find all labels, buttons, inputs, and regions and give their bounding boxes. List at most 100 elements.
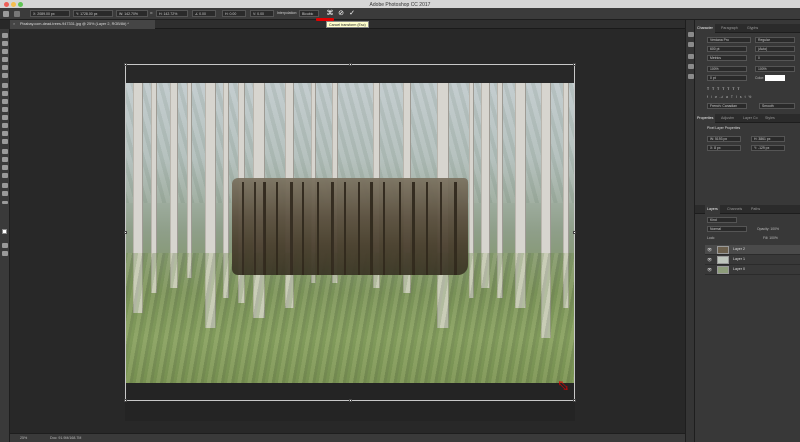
clone-source-icon[interactable] bbox=[688, 74, 694, 79]
reference-point-icon[interactable] bbox=[14, 11, 20, 17]
tab-adjustments[interactable]: Adjustm bbox=[719, 114, 736, 123]
transform-handle-bottom[interactable] bbox=[349, 399, 352, 402]
link-icon[interactable]: ∞ bbox=[150, 11, 153, 15]
tab-styles[interactable]: Styles bbox=[763, 114, 777, 123]
history-brush-icon[interactable] bbox=[2, 107, 8, 112]
antialias-select[interactable]: Smooth bbox=[759, 103, 795, 109]
swatches-panel-icon[interactable] bbox=[688, 54, 694, 59]
font-size-field[interactable]: 600 pt bbox=[707, 46, 747, 52]
healing-icon[interactable] bbox=[2, 83, 8, 88]
opentype-buttons[interactable]: fiσ𝒜aTIst½ bbox=[707, 95, 754, 99]
vertical-scale-field[interactable]: 100% bbox=[707, 66, 747, 72]
warp-mode-icon[interactable]: ⌘ bbox=[326, 10, 334, 18]
font-style-select[interactable]: Regular bbox=[755, 37, 795, 43]
transform-handle-left[interactable] bbox=[124, 231, 127, 234]
hand-icon[interactable] bbox=[2, 183, 8, 188]
layer-thumbnail bbox=[717, 256, 729, 264]
lock-label: Lock: bbox=[707, 236, 716, 240]
prop-y-field[interactable]: Y: -129 px bbox=[751, 145, 785, 151]
x-position-field[interactable]: X: 2089.00 px bbox=[30, 10, 70, 17]
crop-icon[interactable] bbox=[2, 65, 8, 70]
document-tab[interactable]: × Pixabay.com-dead-trees-947331.jpg @ 25… bbox=[10, 20, 155, 29]
visibility-eye-icon[interactable]: 👁 bbox=[707, 267, 712, 272]
brush-icon[interactable] bbox=[2, 91, 8, 96]
history-panel-icon[interactable] bbox=[688, 32, 694, 37]
type-style-buttons[interactable]: TTTTTTT bbox=[707, 87, 743, 91]
language-select[interactable]: French: Canadian bbox=[707, 103, 747, 109]
interpolation-select[interactable]: Bicubic bbox=[299, 10, 319, 17]
quick-mask-icon[interactable] bbox=[2, 243, 8, 248]
rotate-angle-field[interactable]: ∠ 0.00 bbox=[192, 10, 216, 17]
commit-transform-icon[interactable]: ✓ bbox=[348, 10, 356, 18]
leading-field[interactable]: (Auto) bbox=[755, 46, 795, 52]
layers-panel-tabs: Layers Channels Paths bbox=[695, 205, 800, 214]
eraser-icon[interactable] bbox=[2, 115, 8, 120]
shape-icon[interactable] bbox=[2, 173, 8, 178]
canvas-area[interactable]: ⇔ bbox=[10, 29, 685, 433]
path-select-icon[interactable] bbox=[2, 165, 8, 170]
tab-properties[interactable]: Properties bbox=[695, 114, 716, 123]
height-scale-field[interactable]: H: 142.72% bbox=[156, 10, 188, 17]
baseline-shift-field[interactable]: 0 pt bbox=[707, 75, 747, 81]
layer-fill-field[interactable]: Fill: 100% bbox=[763, 236, 778, 240]
transform-handle-bottom-left[interactable] bbox=[124, 399, 127, 402]
zoom-icon[interactable] bbox=[2, 191, 8, 196]
type-icon[interactable] bbox=[2, 157, 8, 162]
width-scale-field[interactable]: W: 142.70% bbox=[116, 10, 148, 17]
layer-row-layer-0[interactable]: 👁 Layer 0 bbox=[705, 265, 800, 275]
layer-opacity-field[interactable]: Opacity: 100% bbox=[757, 227, 779, 231]
foreground-color-swatch[interactable] bbox=[2, 229, 7, 234]
prop-x-field[interactable]: X: 8 px bbox=[707, 145, 741, 151]
transform-handle-right[interactable] bbox=[573, 231, 576, 234]
v-skew-field[interactable]: V: 0.00 bbox=[250, 10, 274, 17]
stamp-icon[interactable] bbox=[2, 99, 8, 104]
marquee-icon[interactable] bbox=[2, 41, 8, 46]
close-tab-icon[interactable]: × bbox=[13, 20, 15, 29]
transform-handle-top-right[interactable] bbox=[573, 63, 576, 66]
brushes-panel-icon[interactable] bbox=[688, 64, 694, 69]
blend-mode-select[interactable]: Normal bbox=[707, 226, 747, 232]
y-position-field[interactable]: Y: 1728.00 px bbox=[73, 10, 113, 17]
document-tab-title: Pixabay.com-dead-trees-947331.jpg @ 25% … bbox=[20, 22, 129, 26]
transform-bounding-box[interactable] bbox=[124, 63, 576, 402]
transform-handle-top-left[interactable] bbox=[124, 63, 127, 66]
layer-name: Layer 1 bbox=[733, 257, 745, 261]
pen-icon[interactable] bbox=[2, 149, 8, 154]
tab-glyphs[interactable]: Glyphs bbox=[745, 24, 760, 33]
transform-handle-top[interactable] bbox=[349, 63, 352, 66]
h-skew-field[interactable]: H: 0.00 bbox=[222, 10, 246, 17]
tracking-field[interactable]: 0 bbox=[755, 55, 795, 61]
transform-handle-bottom-right[interactable] bbox=[573, 399, 576, 402]
lasso-icon[interactable] bbox=[2, 49, 8, 54]
tools-panel bbox=[0, 29, 10, 442]
tab-paragraph[interactable]: Paragraph bbox=[719, 24, 740, 33]
transform-tool-icon[interactable] bbox=[3, 11, 9, 17]
more-tools-icon[interactable] bbox=[2, 201, 8, 204]
screen-mode-icon[interactable] bbox=[2, 251, 8, 256]
cancel-transform-icon[interactable]: ⊘ bbox=[337, 10, 345, 18]
visibility-eye-icon[interactable]: 👁 bbox=[707, 247, 712, 252]
prop-width-field[interactable]: W: 5193 px bbox=[707, 136, 741, 142]
visibility-eye-icon[interactable]: 👁 bbox=[707, 257, 712, 262]
font-family-select[interactable]: Verdana Pro bbox=[707, 37, 751, 43]
actions-panel-icon[interactable] bbox=[688, 42, 694, 47]
tab-character[interactable]: Character bbox=[695, 24, 715, 33]
dodge-icon[interactable] bbox=[2, 139, 8, 144]
gradient-icon[interactable] bbox=[2, 123, 8, 128]
tab-channels[interactable]: Channels bbox=[725, 205, 744, 214]
move-icon[interactable] bbox=[2, 33, 8, 38]
text-color-swatch[interactable] bbox=[765, 75, 785, 81]
blur-icon[interactable] bbox=[2, 131, 8, 136]
tab-paths[interactable]: Paths bbox=[749, 205, 762, 214]
horizontal-scale-field[interactable]: 100% bbox=[755, 66, 795, 72]
tab-layers[interactable]: Layers bbox=[705, 205, 720, 214]
quick-select-icon[interactable] bbox=[2, 57, 8, 62]
layer-filter-select[interactable]: Kind bbox=[707, 217, 737, 223]
kerning-field[interactable]: Metrics bbox=[707, 55, 747, 61]
prop-height-field[interactable]: H: 3861 px bbox=[751, 136, 785, 142]
layer-row-layer-2[interactable]: 👁 Layer 2 bbox=[705, 245, 800, 255]
eyedropper-icon[interactable] bbox=[2, 73, 8, 78]
tab-layer-comps[interactable]: Layer Co bbox=[741, 114, 760, 123]
layer-row-layer-1[interactable]: 👁 Layer 1 bbox=[705, 255, 800, 265]
zoom-level[interactable]: 25% bbox=[20, 436, 27, 440]
